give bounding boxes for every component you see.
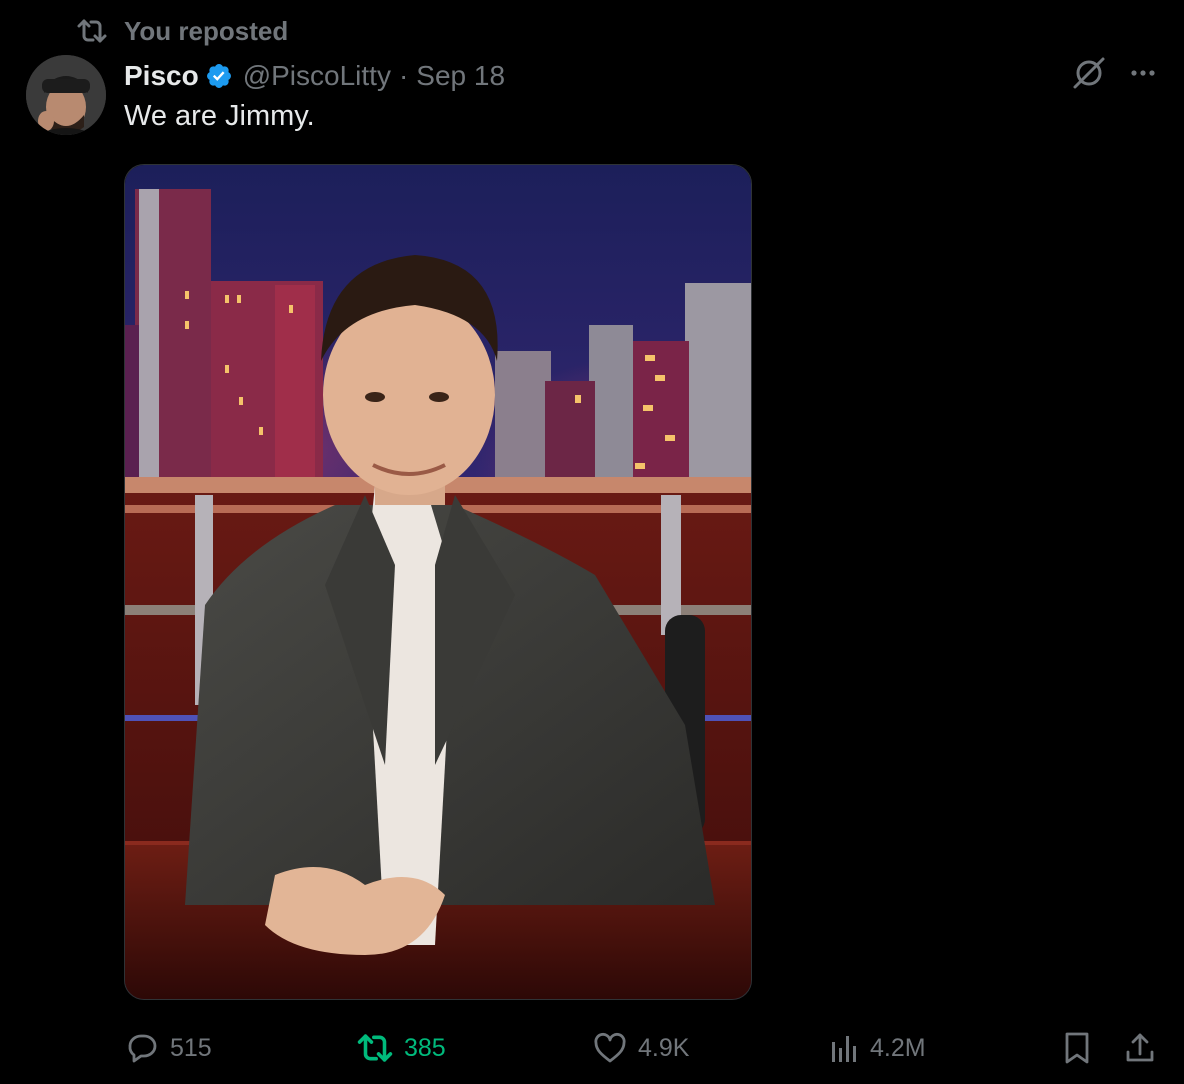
more-icon[interactable] [1128, 58, 1158, 88]
like-count: 4.9K [638, 1033, 690, 1062]
tweet-text: We are Jimmy. [124, 100, 315, 132]
reply-button[interactable]: 515 [124, 1028, 212, 1068]
header-separator: · [398, 60, 409, 91]
repost-button[interactable]: 385 [356, 1028, 446, 1068]
share-icon [1126, 1033, 1154, 1062]
share-button[interactable] [1122, 1028, 1158, 1068]
avatar-image [26, 55, 106, 135]
tweet-header: Pisco @PiscoLitty · Sep 18 [124, 56, 505, 96]
views-button[interactable]: 4.2M [828, 1028, 926, 1068]
reply-icon [128, 1034, 157, 1063]
views-icon [832, 1036, 856, 1062]
like-icon [594, 1032, 626, 1063]
bookmark-icon [1065, 1032, 1089, 1064]
author-handle[interactable]: @PiscoLitty [243, 60, 391, 92]
repost-banner[interactable]: You reposted [76, 12, 288, 50]
verified-badge-icon[interactable] [205, 62, 233, 90]
author-name[interactable]: Pisco [124, 60, 199, 92]
repost-banner-text: You reposted [124, 15, 289, 46]
tweet-action-bar: 515 385 4.9K 4.2M [0, 1020, 1184, 1076]
bookmark-button[interactable] [1060, 1028, 1094, 1068]
grok-icon[interactable] [1072, 56, 1106, 90]
repost-icon [76, 17, 108, 45]
photo-illustration [125, 165, 751, 999]
avatar[interactable] [26, 55, 106, 135]
view-count: 4.2M [870, 1033, 926, 1062]
tweet-media-photo[interactable] [124, 164, 752, 1000]
tweet-header-actions [1072, 56, 1158, 90]
repost-count: 385 [404, 1033, 446, 1062]
repost-icon [357, 1034, 393, 1062]
tweet-date[interactable]: Sep 18 [416, 60, 505, 92]
reply-count: 515 [170, 1033, 212, 1062]
like-button[interactable]: 4.9K [592, 1028, 689, 1068]
